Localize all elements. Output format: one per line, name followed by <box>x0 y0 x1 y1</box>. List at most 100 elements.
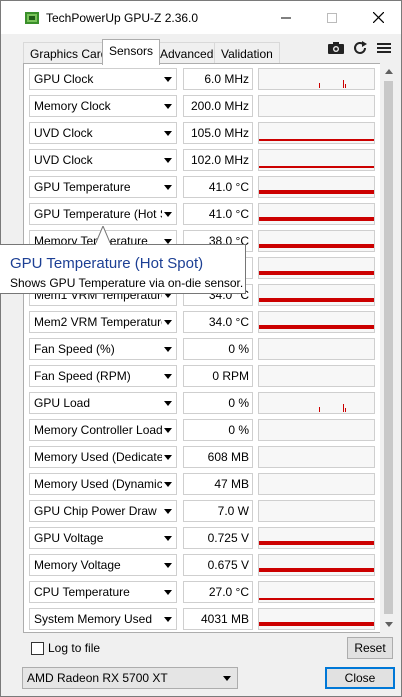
tab-sensors[interactable]: Sensors <box>102 39 161 65</box>
graph-line <box>259 166 374 168</box>
graph-line <box>259 568 374 572</box>
chevron-down-icon <box>164 428 172 433</box>
chevron-down-icon <box>223 676 231 681</box>
sensor-graph-plot <box>259 474 374 494</box>
sensor-value: 0 % <box>183 338 253 360</box>
chevron-down-icon <box>164 509 172 514</box>
log-to-file-label[interactable]: Log to file <box>48 641 100 655</box>
sensor-graph <box>258 392 375 414</box>
tab-advanced[interactable]: Advanced <box>153 42 221 64</box>
title-bar[interactable]: TechPowerUp GPU-Z 2.36.0 <box>1 1 401 34</box>
sensor-graph-plot <box>259 622 374 626</box>
sensor-name-select[interactable]: Memory Controller Load <box>29 419 177 441</box>
sensor-value: 0 RPM <box>183 365 253 387</box>
sensor-value: 608 MB <box>183 446 253 468</box>
graph-spike <box>319 407 320 412</box>
sensor-row: GPU Chip Power Draw 7.0 W <box>29 500 375 522</box>
log-to-file-checkbox[interactable] <box>31 642 44 655</box>
sensor-graph <box>258 608 375 630</box>
sensor-label: Memory Controller Load <box>34 423 162 437</box>
minimize-button[interactable] <box>263 1 309 34</box>
sensor-name-select[interactable]: Memory Voltage <box>29 554 177 576</box>
graph-line <box>259 541 374 545</box>
sensor-name-select[interactable]: GPU Clock <box>29 68 177 90</box>
chevron-down-icon <box>164 374 172 379</box>
scroll-down-arrow[interactable] <box>380 616 397 633</box>
sensor-name-select[interactable]: System Memory Used <box>29 608 177 630</box>
sensor-label: GPU Temperature (Hot Spot) <box>34 207 162 221</box>
sensor-name-select[interactable]: GPU Chip Power Draw <box>29 500 177 522</box>
sensor-name-select[interactable]: UVD Clock <box>29 149 177 171</box>
sensor-graph-plot <box>259 598 374 600</box>
sensor-value: 41.0 °C <box>183 176 253 198</box>
window-title: TechPowerUp GPU-Z 2.36.0 <box>46 11 199 25</box>
sensor-graph <box>258 581 375 603</box>
sensor-name-select[interactable]: Memory Used (Dynamic) <box>29 473 177 495</box>
chevron-down-icon <box>164 617 172 622</box>
chevron-up-icon <box>384 69 393 74</box>
graph-line <box>259 217 374 221</box>
sensor-row: Memory Voltage 0.675 V <box>29 554 375 576</box>
sensor-name-select[interactable]: GPU Temperature (Hot Spot) <box>29 203 177 225</box>
chevron-down-icon <box>164 455 172 460</box>
tab-graphics-card[interactable]: Graphics Card <box>23 42 115 64</box>
sensor-name-select[interactable]: Mem2 VRM Temperature <box>29 311 177 333</box>
chevron-down-icon <box>164 185 172 190</box>
sensor-tooltip: GPU Temperature (Hot Spot) Shows GPU Tem… <box>0 244 246 294</box>
refresh-icon[interactable] <box>351 39 369 57</box>
sensor-name-select[interactable]: CPU Temperature <box>29 581 177 603</box>
sensor-name-select[interactable]: GPU Temperature <box>29 176 177 198</box>
sensor-name-select[interactable]: Fan Speed (%) <box>29 338 177 360</box>
sensor-graph-plot <box>259 166 374 168</box>
chevron-down-icon <box>164 131 172 136</box>
graph-spike <box>345 408 346 412</box>
reset-button[interactable]: Reset <box>347 637 393 659</box>
sensor-graph <box>258 554 375 576</box>
gpuz-window: TechPowerUp GPU-Z 2.36.0 Graphics Card S… <box>0 0 402 697</box>
close-button[interactable]: Close <box>325 667 395 689</box>
chevron-down-icon <box>164 77 172 82</box>
maximize-button[interactable] <box>309 1 355 34</box>
sensor-row: Memory Used (Dedicated) 608 MB <box>29 446 375 468</box>
graph-line <box>259 298 374 302</box>
graph-spike <box>343 404 344 412</box>
sensor-label: GPU Temperature <box>34 180 131 194</box>
sensor-name-select[interactable]: GPU Load <box>29 392 177 414</box>
sensor-value: 7.0 W <box>183 500 253 522</box>
sensor-row: Fan Speed (%) 0 % <box>29 338 375 360</box>
tab-validation[interactable]: Validation <box>214 42 280 64</box>
chevron-down-icon <box>164 212 172 217</box>
sensor-name-select[interactable]: Memory Clock <box>29 95 177 117</box>
sensor-name-select[interactable]: Memory Used (Dedicated) <box>29 446 177 468</box>
camera-icon[interactable] <box>327 39 345 57</box>
sensor-scrollbar[interactable] <box>380 63 397 633</box>
sensor-label: GPU Load <box>34 396 91 410</box>
sensor-name-select[interactable]: GPU Voltage <box>29 527 177 549</box>
sensor-graph-plot <box>319 404 346 412</box>
sensor-value: 0.725 V <box>183 527 253 549</box>
scroll-thumb[interactable] <box>384 81 393 614</box>
sensor-graph <box>258 95 375 117</box>
sensor-graph-plot <box>319 80 346 88</box>
sensor-row: GPU Temperature (Hot Spot) 41.0 °C <box>29 203 375 225</box>
scroll-up-arrow[interactable] <box>380 63 397 80</box>
sensor-row: System Memory Used 4031 MB <box>29 608 375 630</box>
close-window-button[interactable] <box>355 1 401 34</box>
sensor-row: GPU Load 0 % <box>29 392 375 414</box>
sensor-graph-plot <box>259 366 374 386</box>
gpu-select[interactable]: AMD Radeon RX 5700 XT <box>22 667 238 689</box>
sensor-label: GPU Chip Power Draw <box>34 504 157 518</box>
sensor-graph <box>258 338 375 360</box>
menu-icon[interactable] <box>375 39 393 57</box>
sensor-name-select[interactable]: UVD Clock <box>29 122 177 144</box>
graph-line <box>259 244 374 248</box>
chevron-down-icon <box>164 401 172 406</box>
sensor-value: 4031 MB <box>183 608 253 630</box>
sensor-label: Fan Speed (%) <box>34 342 115 356</box>
sensor-value: 0.675 V <box>183 554 253 576</box>
sensor-name-select[interactable]: Fan Speed (RPM) <box>29 365 177 387</box>
chevron-down-icon <box>164 590 172 595</box>
sensor-label: UVD Clock <box>34 126 93 140</box>
sensor-row: UVD Clock 102.0 MHz <box>29 149 375 171</box>
tooltip-arrow <box>95 226 111 245</box>
